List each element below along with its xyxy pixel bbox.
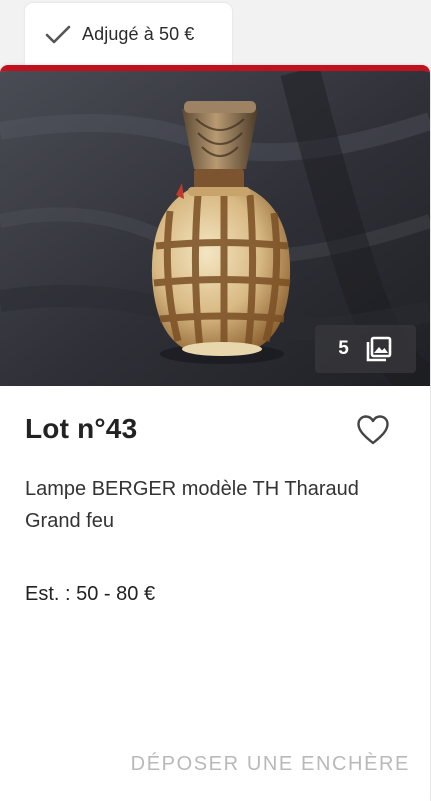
lot-estimate: Est. : 50 - 80 € <box>25 583 156 605</box>
lot-description: Lampe BERGER modèle TH Tharaud Grand feu <box>25 478 359 532</box>
sold-status-tab: Adjugé à 50 € <box>25 3 232 67</box>
heart-outline-icon <box>356 414 390 451</box>
favorite-button[interactable] <box>355 414 391 451</box>
lot-card[interactable]: 5 Lot n°43 Lampe BERGER modèle TH Tharau… <box>0 65 430 801</box>
photo-count: 5 <box>338 338 349 359</box>
lot-title: Lot n°43 <box>25 413 138 444</box>
photo-count-badge[interactable]: 5 <box>315 325 416 373</box>
check-icon <box>44 20 72 48</box>
place-bid-button[interactable]: DÉPOSER UNE ENCHÈRE <box>90 739 410 789</box>
sold-price-label: Adjugé à 50 € <box>82 23 195 44</box>
gallery-icon <box>365 335 393 363</box>
lot-photo[interactable]: 5 <box>0 71 430 386</box>
